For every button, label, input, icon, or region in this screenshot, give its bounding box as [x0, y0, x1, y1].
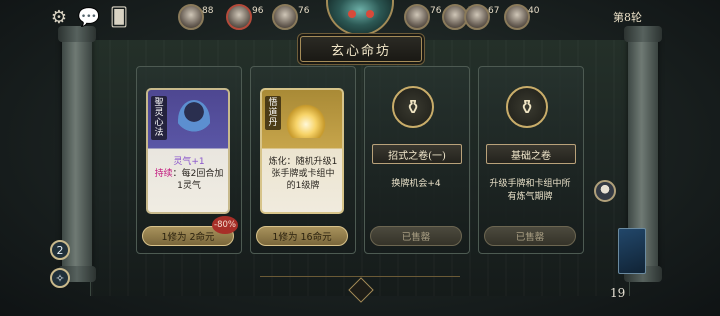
player-avatar[interactable]: [404, 4, 430, 30]
player-avatar[interactable]: [226, 4, 252, 30]
deck-pile[interactable]: [618, 228, 646, 274]
shop-card[interactable]: 聖灵心法 灵气+1 持续：每2回合加1灵气: [146, 88, 230, 214]
player-hp: 76: [430, 6, 442, 16]
round-label: 第8轮: [613, 11, 642, 24]
cards-icon[interactable]: 🂠: [108, 6, 130, 28]
card-name: 聖灵心法: [151, 96, 167, 140]
deck-count: 19: [610, 286, 626, 300]
card-effect: 灵气+1: [173, 157, 205, 167]
card-keyword: 持续: [154, 169, 173, 179]
orb-counter[interactable]: 2: [50, 240, 70, 260]
player-avatar[interactable]: [272, 4, 298, 30]
card-name: 悟道丹: [265, 96, 281, 130]
meditating-figure-art: [178, 100, 210, 140]
discount-badge: -80%: [212, 216, 238, 234]
player-hp: 96: [252, 6, 264, 16]
item-name: 招式之卷(一): [372, 144, 462, 164]
player-hp: 76: [298, 6, 310, 16]
side-character-portrait[interactable]: [594, 180, 616, 202]
top-bar: ⚙ 💬 🂠 88 96 76 76 72 67 40 第8轮: [0, 0, 720, 36]
player-hp: 88: [202, 6, 214, 16]
gear-icon[interactable]: ⚙: [48, 6, 70, 28]
shop-slot: 悟道丹 炼化：随机升级1张手牌或卡组中的1级牌 1修为 16命元: [250, 66, 356, 254]
player-avatar[interactable]: [504, 4, 530, 30]
sold-out-button: 已售罄: [370, 226, 462, 246]
shop-slot: ⚱ 基础之卷 升级手牌和卡组中所有炼气期牌 已售罄: [478, 66, 584, 254]
item-name: 基础之卷: [486, 144, 576, 164]
sold-out-button: 已售罄: [484, 226, 576, 246]
chat-icon[interactable]: 💬: [78, 6, 100, 28]
player-hp: 40: [528, 6, 540, 16]
scroll-bottle-icon: ⚱: [392, 86, 434, 128]
card-description: 灵气+1 持续：每2回合加1灵气: [154, 156, 224, 192]
bottom-ornament: [260, 276, 460, 297]
shop-slot: ⚱ 招式之卷(一) 换牌机会+4 已售罄: [364, 66, 470, 254]
player-hp: 67: [488, 6, 500, 16]
player-avatar[interactable]: [178, 4, 204, 30]
card-effect-text: ：每2回合加1灵气: [172, 169, 224, 191]
golden-lotus-art: [286, 104, 326, 138]
center-emblem: [326, 0, 394, 36]
player-avatar[interactable]: [464, 4, 490, 30]
shop-card[interactable]: 悟道丹 炼化：随机升级1张手牌或卡组中的1级牌: [260, 88, 344, 214]
item-description: 升级手牌和卡组中所有炼气期牌: [489, 179, 571, 202]
scroll-bottle-icon: ⚱: [506, 86, 548, 128]
shop-slot: 聖灵心法 灵气+1 持续：每2回合加1灵气 1修为 2命元: [136, 66, 242, 254]
card-description: 炼化：随机升级1张手牌或卡组中的1级牌: [268, 157, 338, 191]
left-scroll-ornament: [58, 26, 96, 282]
shop-title: 玄心命坊: [300, 36, 422, 62]
buy-button[interactable]: 1修为 16命元: [256, 226, 348, 246]
item-description: 换牌机会+4: [391, 179, 441, 189]
spirit-orb-icon[interactable]: ✧: [50, 268, 70, 288]
